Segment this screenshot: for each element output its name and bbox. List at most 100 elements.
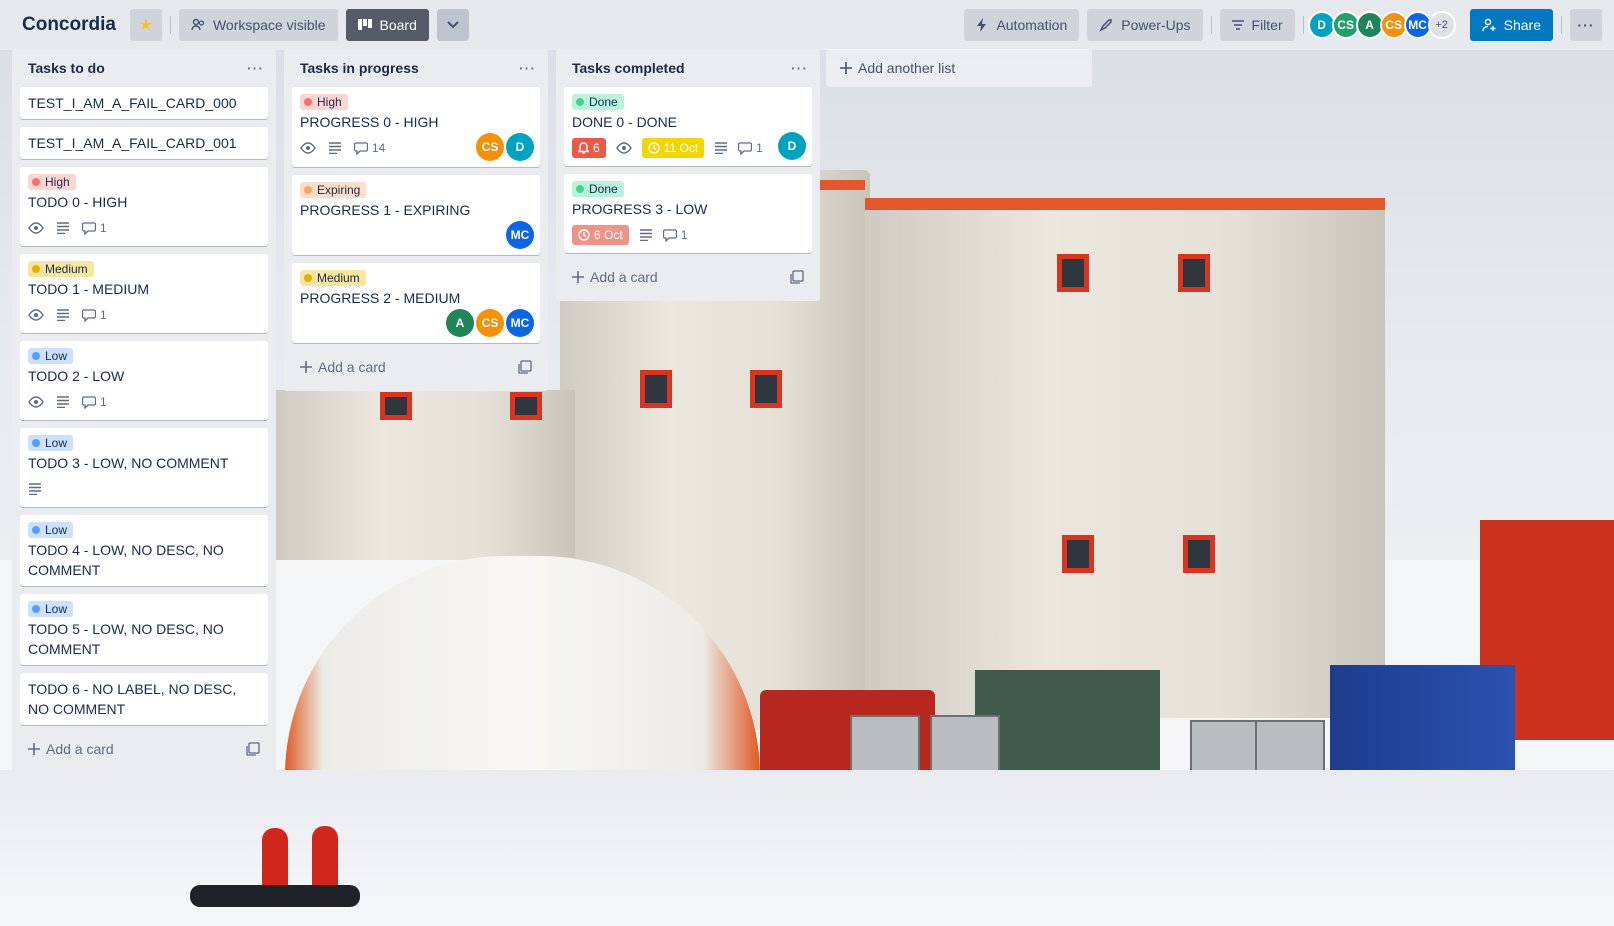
card-label-expiring[interactable]: Expiring <box>300 182 367 198</box>
due-date-badge[interactable]: 11 Oct <box>641 138 705 158</box>
card-member-avatar[interactable]: MC <box>506 221 534 249</box>
card[interactable]: TEST_I_AM_A_FAIL_CARD_000 <box>20 87 268 119</box>
card-title: TODO 6 - NO LABEL, NO DESC, NO COMMENT <box>28 681 237 717</box>
card[interactable]: High TODO 0 - HIGH 1 <box>20 167 268 246</box>
filter-icon <box>1231 20 1244 30</box>
filter-button[interactable]: Filter <box>1219 9 1295 41</box>
card-badges: 1 <box>28 303 260 327</box>
label-text: Low <box>45 602 68 616</box>
card[interactable]: Medium PROGRESS 2 - MEDIUM A CS MC <box>292 263 540 343</box>
comment-badge: 1 <box>738 141 763 155</box>
notification-badge[interactable]: 6 <box>572 138 606 158</box>
list-title[interactable]: Tasks to do <box>28 60 105 76</box>
due-date-badge[interactable]: 6 Oct <box>572 225 629 245</box>
add-card-button[interactable]: Add a card <box>292 351 540 383</box>
card[interactable]: Low TODO 3 - LOW, NO COMMENT <box>20 428 268 507</box>
card-label-high[interactable]: High <box>300 94 348 110</box>
comment-icon <box>738 141 753 155</box>
label-dot <box>304 186 312 194</box>
label-text: Low <box>45 523 68 537</box>
card[interactable]: Medium TODO 1 - MEDIUM 1 <box>20 254 268 333</box>
bell-icon <box>578 142 589 154</box>
list-header: Tasks to do ··· <box>20 49 268 87</box>
card-label-low[interactable]: Low <box>28 348 74 364</box>
card-label-done[interactable]: Done <box>572 94 624 110</box>
add-card-button[interactable]: Add a card <box>564 261 812 293</box>
card-title: TODO 1 - MEDIUM <box>28 281 150 297</box>
list-title[interactable]: Tasks completed <box>572 60 685 76</box>
automation-button[interactable]: Automation <box>964 9 1080 41</box>
eye-icon <box>28 309 44 321</box>
card-label-medium[interactable]: Medium <box>300 270 366 286</box>
add-person-icon <box>1481 18 1496 32</box>
list-title[interactable]: Tasks in progress <box>300 60 419 76</box>
list-tasks-in-progress: Tasks in progress ··· High PROGRESS 0 - … <box>284 49 548 391</box>
background-window <box>1062 535 1094 573</box>
card-title: TEST_I_AM_A_FAIL_CARD_000 <box>28 95 237 111</box>
card[interactable]: TEST_I_AM_A_FAIL_CARD_001 <box>20 127 268 159</box>
card-label-done[interactable]: Done <box>572 181 624 197</box>
rocket-icon <box>1099 18 1113 32</box>
card-label-medium[interactable]: Medium <box>28 261 94 277</box>
card[interactable]: High PROGRESS 0 - HIGH 14 CS D <box>292 87 540 167</box>
label-dot <box>576 185 584 193</box>
comment-badge: 1 <box>82 395 107 409</box>
plus-icon <box>28 743 40 755</box>
label-dot <box>32 265 40 273</box>
card-label-low[interactable]: Low <box>28 601 74 617</box>
card-member-avatar[interactable]: D <box>778 132 806 160</box>
eye-icon <box>28 396 44 408</box>
power-ups-button[interactable]: Power-Ups <box>1087 9 1203 41</box>
add-list-button[interactable]: Add another list <box>826 49 1092 87</box>
list-menu-button[interactable]: ··· <box>247 60 264 76</box>
header-separator <box>169 16 171 34</box>
background-window <box>750 370 782 408</box>
description-icon <box>639 229 653 241</box>
card-member-avatar[interactable]: CS <box>476 309 504 337</box>
star-button[interactable]: ★ <box>129 9 162 41</box>
add-card-button[interactable]: Add a card <box>20 733 268 765</box>
background-snowmobile <box>190 885 360 907</box>
card[interactable]: Low TODO 4 - LOW, NO DESC, NO COMMENT <box>20 515 268 586</box>
view-switcher-button[interactable] <box>436 9 469 41</box>
board-menu-button[interactable]: ··· <box>1570 9 1602 41</box>
label-text: Low <box>45 349 68 363</box>
card-member-avatar[interactable]: D <box>506 133 534 161</box>
card[interactable]: TODO 6 - NO LABEL, NO DESC, NO COMMENT <box>20 673 268 725</box>
background-tower-right <box>865 198 1385 718</box>
card-member-avatar[interactable]: MC <box>506 309 534 337</box>
card[interactable]: Low TODO 5 - LOW, NO DESC, NO COMMENT <box>20 594 268 665</box>
add-card-label: Add a card <box>318 359 386 375</box>
comment-count: 1 <box>100 221 107 235</box>
card[interactable]: Done DONE 0 - DONE 6 11 Oct 1 D <box>564 87 812 166</box>
plus-icon <box>572 271 584 283</box>
card-label-low[interactable]: Low <box>28 522 74 538</box>
template-icon[interactable] <box>246 742 260 756</box>
board-view-button[interactable]: Board <box>345 9 429 41</box>
more-members-button[interactable]: +2 <box>1427 11 1456 39</box>
workspace-visibility-button[interactable]: Workspace visible <box>178 9 338 41</box>
card-member-avatar[interactable]: CS <box>476 133 504 161</box>
board-title[interactable]: Concordia <box>22 14 116 36</box>
template-icon[interactable] <box>790 270 804 284</box>
add-list-label: Add another list <box>858 60 956 76</box>
label-dot <box>32 178 40 186</box>
card-label-low[interactable]: Low <box>28 435 74 451</box>
share-button[interactable]: Share <box>1469 9 1553 41</box>
card[interactable]: Done PROGRESS 3 - LOW 6 Oct 1 <box>564 174 812 253</box>
comment-icon <box>662 228 677 242</box>
list-menu-button[interactable]: ··· <box>791 60 808 76</box>
power-ups-label: Power-Ups <box>1121 17 1191 33</box>
list-menu-button[interactable]: ··· <box>519 60 536 76</box>
add-card-label: Add a card <box>590 269 658 285</box>
description-icon <box>56 309 70 321</box>
list-header: Tasks completed ··· <box>564 49 812 87</box>
card-member-avatar[interactable]: A <box>446 309 474 337</box>
background-window <box>640 370 672 408</box>
card-label-high[interactable]: High <box>28 174 76 190</box>
comment-icon <box>354 141 368 155</box>
card[interactable]: Low TODO 2 - LOW 1 <box>20 341 268 420</box>
card[interactable]: Expiring PROGRESS 1 - EXPIRING MC <box>292 175 540 255</box>
add-card-group: Add a card <box>300 359 386 375</box>
template-icon[interactable] <box>518 360 532 374</box>
